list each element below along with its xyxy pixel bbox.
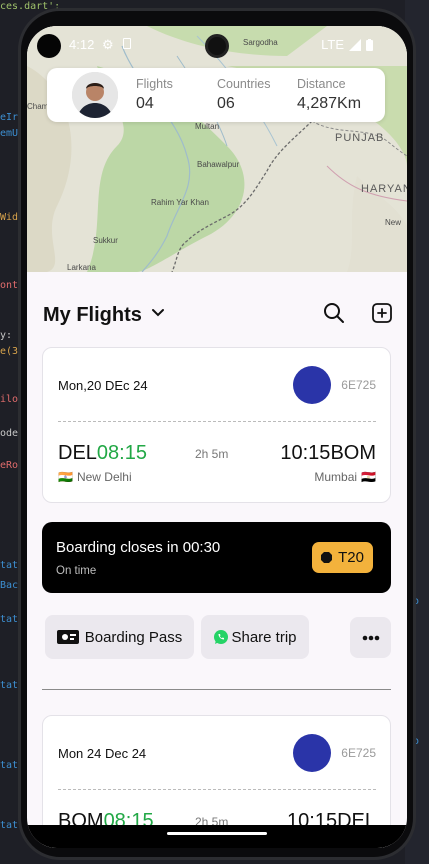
code-fragment: ont bbox=[0, 280, 19, 291]
map-label: Larkana bbox=[67, 263, 96, 272]
flights-header: My Flights bbox=[43, 302, 393, 332]
gate-icon bbox=[321, 552, 333, 563]
boarding-banner[interactable]: Boarding closes in 00:30 On time T20 bbox=[42, 522, 391, 593]
egypt-flag-icon: 🇪🇬 bbox=[361, 470, 376, 484]
more-options-button[interactable] bbox=[350, 617, 391, 658]
gate-number: T20 bbox=[338, 549, 364, 566]
profile-stats-card: Flights 04 Countries 06 Distance 4,287Km bbox=[47, 68, 385, 122]
boarding-pass-button[interactable]: Boarding Pass bbox=[45, 615, 194, 659]
boarding-title: Boarding closes in 00:30 bbox=[56, 539, 221, 556]
boarding-pass-label: Boarding Pass bbox=[84, 628, 183, 646]
stat-flights: Flights 04 bbox=[136, 77, 173, 113]
code-fragment: ode bbox=[0, 428, 19, 439]
stat-value: 04 bbox=[136, 95, 154, 112]
stat-distance: Distance 4,287Km bbox=[297, 77, 361, 113]
map-label: Sukkur bbox=[93, 236, 118, 245]
arrive-time: 10:15 bbox=[280, 442, 331, 464]
navigation-bar bbox=[27, 825, 407, 848]
map-label: New bbox=[385, 218, 402, 227]
map-view[interactable]: Sargodha Multan Bahawalpur Rahim Yar Kha… bbox=[27, 26, 407, 272]
status-time: 4:12 bbox=[69, 37, 95, 52]
app-screen: Sargodha Multan Bahawalpur Rahim Yar Kha… bbox=[27, 26, 407, 848]
from-city-name: New Delhi bbox=[76, 470, 132, 484]
share-trip-button[interactable]: Share trip bbox=[201, 615, 309, 659]
code-fragment: tat bbox=[0, 680, 19, 691]
map-label: Multan bbox=[195, 122, 220, 131]
code-fragment: tat bbox=[0, 560, 19, 571]
from-code: DEL bbox=[58, 442, 97, 464]
map-label: PUNJAB bbox=[335, 132, 385, 144]
airline-logo bbox=[293, 734, 331, 772]
avatar[interactable] bbox=[72, 72, 118, 118]
map-terrain bbox=[27, 26, 407, 272]
front-camera bbox=[205, 34, 229, 58]
code-fragment: Bac bbox=[0, 580, 19, 591]
boarding-status: On time bbox=[56, 565, 97, 577]
settings-status-icon: ⚙ bbox=[102, 37, 114, 52]
signal-icon bbox=[349, 38, 361, 51]
battery-icon bbox=[366, 38, 373, 51]
add-flight-icon[interactable] bbox=[371, 302, 393, 324]
chevron-down-icon[interactable] bbox=[151, 306, 165, 320]
more-dots-icon bbox=[362, 635, 379, 640]
stat-label: Countries bbox=[217, 77, 271, 91]
code-fragment: e(3 bbox=[0, 346, 19, 357]
flight-date: Mon,20 DEc 24 bbox=[58, 378, 148, 393]
flight-date: Mon 24 Dec 24 bbox=[58, 746, 147, 761]
depart-time: 08:15 bbox=[96, 442, 147, 464]
network-type: LTE bbox=[321, 37, 344, 52]
gate-badge: T20 bbox=[312, 542, 373, 573]
code-fragment: y: bbox=[0, 330, 13, 341]
stat-value: 4,287Km bbox=[297, 95, 362, 112]
page-title[interactable]: My Flights bbox=[43, 304, 142, 327]
camera-cutout bbox=[37, 34, 61, 58]
section-divider bbox=[42, 689, 391, 690]
stat-label: Distance bbox=[297, 77, 346, 91]
storage-status-icon bbox=[123, 38, 131, 49]
ticket-icon bbox=[56, 630, 79, 644]
flight-code: 6E725 bbox=[341, 746, 376, 760]
code-fragment: eRo bbox=[0, 460, 19, 471]
status-bar: 4:12 ⚙ LTE bbox=[27, 26, 407, 62]
code-fragment: tat bbox=[0, 614, 19, 625]
departure: DEL08:15 bbox=[58, 442, 147, 465]
from-city: 🇮🇳 New Delhi bbox=[58, 470, 132, 484]
stat-label: Flights bbox=[136, 77, 173, 91]
dashed-divider bbox=[58, 789, 376, 790]
to-city-name: Mumbai bbox=[314, 470, 358, 484]
code-fragment: tat bbox=[0, 820, 19, 831]
to-code: BOM bbox=[330, 442, 376, 464]
dashed-divider bbox=[58, 421, 376, 422]
whatsapp-icon bbox=[214, 630, 229, 644]
status-right: LTE bbox=[321, 37, 373, 52]
map-label: HARYAN bbox=[361, 183, 407, 195]
home-indicator[interactable] bbox=[167, 832, 267, 835]
to-city: Mumbai 🇪🇬 bbox=[314, 470, 376, 484]
flight-duration: 2h 5m bbox=[195, 447, 229, 461]
map-label: Bahawalpur bbox=[197, 160, 240, 169]
code-fragment: eIr bbox=[0, 112, 19, 123]
search-icon[interactable] bbox=[323, 302, 345, 324]
code-fragment: emU bbox=[0, 128, 19, 139]
code-fragment: ilo bbox=[0, 394, 19, 405]
flight-card[interactable]: Mon,20 DEc 24 6E725 DEL08:15 2h 5m 10:15… bbox=[42, 347, 391, 503]
flight-code: 6E725 bbox=[341, 378, 376, 392]
arrival: 10:15BOM bbox=[280, 442, 376, 465]
india-flag-icon: 🇮🇳 bbox=[58, 470, 73, 484]
share-trip-label: Share trip bbox=[231, 628, 297, 646]
airline-logo bbox=[293, 366, 331, 404]
map-label: Rahim Yar Khan bbox=[151, 198, 209, 207]
stat-countries: Countries 06 bbox=[217, 77, 271, 113]
code-fragment: Wid bbox=[0, 212, 19, 223]
stat-value: 06 bbox=[217, 95, 235, 112]
code-fragment: tat bbox=[0, 760, 19, 771]
